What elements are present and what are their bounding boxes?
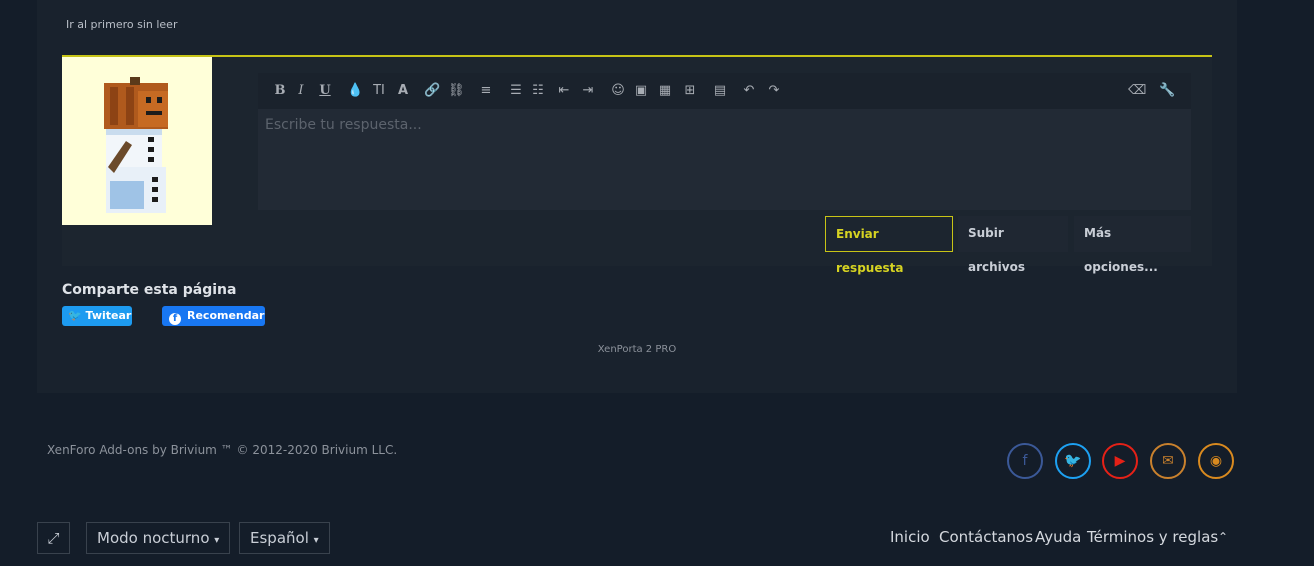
snowman-pumpkin-avatar-icon: [104, 77, 168, 213]
facebook-icon[interactable]: f: [1007, 443, 1043, 479]
redo-icon[interactable]: ↷: [766, 82, 782, 100]
twitter-icon[interactable]: 🐦: [1055, 443, 1091, 479]
night-mode-dropdown[interactable]: Modo nocturno ▾: [86, 522, 231, 554]
link-icon[interactable]: 🔗: [424, 82, 440, 100]
first-unread-link[interactable]: Ir al primero sin leer: [66, 18, 177, 31]
youtube-icon[interactable]: ▶: [1102, 443, 1138, 479]
undo-icon[interactable]: ↶: [741, 82, 757, 100]
tools-icon[interactable]: 🔧: [1159, 82, 1175, 100]
footer-copyright[interactable]: XenForo Add-ons by Brivium ™ © 2012-2020…: [47, 443, 397, 457]
numbered-list-icon[interactable]: ☷: [530, 82, 546, 100]
insert-icon[interactable]: ⊞: [682, 82, 698, 100]
bullet-list-icon[interactable]: ☰: [508, 82, 524, 100]
font-size-icon[interactable]: TI: [370, 82, 388, 100]
caret-down-icon: ▾: [214, 535, 220, 546]
twitter-share-button[interactable]: 🐦 Twitear: [62, 306, 132, 326]
remove-format-icon[interactable]: ⌫: [1128, 82, 1146, 100]
smilie-icon[interactable]: ☺: [610, 82, 626, 100]
fullscreen-toggle[interactable]: ⤢: [37, 522, 70, 554]
email-icon[interactable]: ✉: [1150, 443, 1186, 479]
footer-link-home[interactable]: Inicio: [890, 528, 930, 546]
text-color-icon[interactable]: 💧: [347, 82, 363, 100]
image-icon[interactable]: ▣: [633, 82, 649, 100]
reply-editor: B I U 💧 TI A 🔗 ⛓ ≡ ☰ ☷ ⇤ ⇥ ☺ ▣ ▦ ⊞ ▤ ↶ ↷ ⌫ 🔧: [258, 73, 1197, 220]
night-mode-label: Modo nocturno: [97, 529, 210, 547]
back-to-top-icon[interactable]: ⌃: [1218, 530, 1228, 544]
bold-icon[interactable]: B: [272, 82, 288, 100]
editor-toolbar: B I U 💧 TI A 🔗 ⛓ ≡ ☰ ☷ ⇤ ⇥ ☺ ▣ ▦ ⊞ ▤ ↶ ↷ ⌫ 🔧: [258, 73, 1191, 109]
twitter-share-label: Twitear: [85, 309, 132, 322]
more-options-button[interactable]: Más opciones...: [1074, 216, 1191, 274]
reply-divider: [62, 55, 1212, 57]
language-dropdown[interactable]: Español ▾: [239, 522, 330, 554]
footer-link-help[interactable]: Ayuda: [1035, 528, 1081, 546]
font-family-icon[interactable]: A: [395, 82, 411, 100]
save-draft-icon[interactable]: ▤: [712, 82, 728, 100]
indent-icon[interactable]: ⇥: [580, 82, 596, 100]
footer-link-terms[interactable]: Términos y reglas: [1087, 528, 1218, 546]
language-label: Español: [250, 529, 309, 547]
footer-link-contact[interactable]: Contáctanos: [939, 528, 1033, 546]
outdent-icon[interactable]: ⇤: [556, 82, 572, 100]
caret-down-icon: ▾: [313, 535, 319, 546]
facebook-recommend-label: Recomendar: [187, 309, 265, 322]
twitter-bird-icon: 🐦: [68, 309, 82, 322]
attach-files-button[interactable]: Subir archivos: [958, 216, 1068, 274]
align-icon[interactable]: ≡: [478, 82, 494, 100]
submit-reply-button[interactable]: Enviar respuesta: [825, 216, 953, 275]
rss-icon[interactable]: ◉: [1198, 443, 1234, 479]
user-avatar[interactable]: [62, 57, 212, 225]
underline-icon[interactable]: U: [317, 82, 333, 100]
share-title: Comparte esta página: [62, 282, 237, 298]
reply-textarea[interactable]: [258, 109, 1197, 220]
italic-icon[interactable]: I: [293, 82, 309, 100]
facebook-logo-icon: f: [169, 313, 181, 325]
facebook-recommend-button[interactable]: f Recomendar: [162, 306, 265, 326]
media-icon[interactable]: ▦: [657, 82, 673, 100]
unlink-icon[interactable]: ⛓: [448, 82, 465, 100]
expand-icon: ⤢: [47, 529, 60, 547]
xenporta-credit[interactable]: XenPorta 2 PRO: [0, 344, 1274, 355]
